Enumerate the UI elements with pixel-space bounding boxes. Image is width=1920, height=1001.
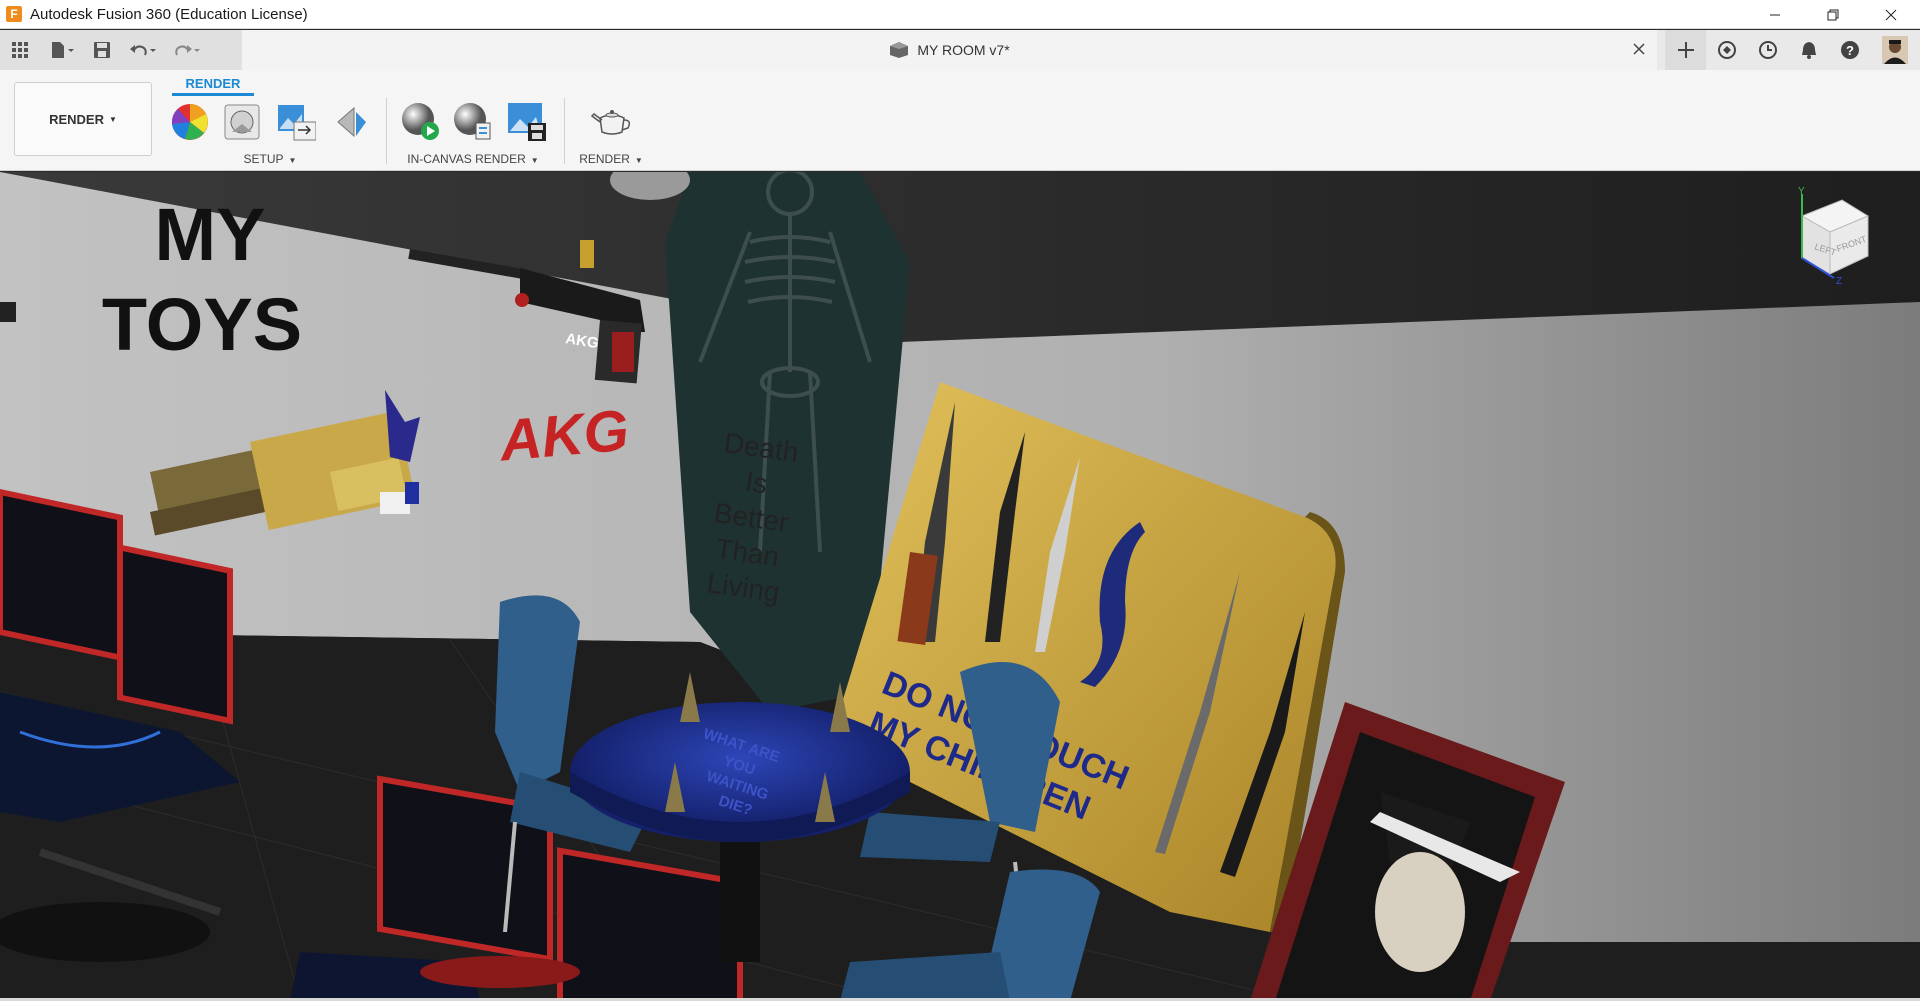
in-canvas-render-settings-button[interactable] [452, 102, 492, 142]
appearance-button[interactable] [170, 102, 210, 142]
close-icon [1633, 43, 1645, 55]
quick-access-right: ? [1665, 30, 1920, 70]
teapot-icon [590, 110, 630, 135]
quick-access-left [0, 30, 242, 70]
job-status-button[interactable] [1747, 30, 1788, 70]
extensions-button[interactable] [1706, 30, 1747, 70]
coffin-text-line-2: Is [743, 466, 769, 500]
scene-settings-icon [224, 104, 260, 140]
window-controls [1746, 0, 1920, 29]
caret-down-icon: ▼ [530, 156, 539, 165]
in-canvas-render-button[interactable] [400, 102, 440, 142]
notifications-button[interactable] [1788, 30, 1829, 70]
render-sphere-play-icon [402, 103, 439, 140]
setup-group-label[interactable]: SETUP ▼ [170, 152, 370, 166]
decal-button[interactable] [332, 102, 372, 142]
wall-sign-line-1: MY [155, 193, 266, 276]
window-title: Autodesk Fusion 360 (Education License) [30, 5, 308, 23]
grid-icon [12, 42, 28, 58]
close-icon [1885, 9, 1897, 20]
save-button[interactable] [84, 35, 120, 65]
axis-z-label: Z [1836, 276, 1842, 286]
undo-icon [130, 45, 156, 56]
capture-image-icon [508, 103, 546, 141]
undo-button[interactable] [120, 35, 164, 65]
file-menu-button[interactable] [40, 35, 84, 65]
plus-icon [1677, 42, 1694, 58]
redo-icon [175, 45, 200, 56]
file-icon [52, 42, 74, 58]
quick-access-bar: MY ROOM v7* ? [0, 30, 1920, 70]
capture-image-button[interactable] [506, 102, 546, 142]
ribbon-toolbar: RENDER ▼ RENDER SETUP ▼ IN-CANVAS RENDER ▼ [0, 70, 1920, 171]
redo-button[interactable] [164, 35, 208, 65]
bell-icon [1801, 42, 1816, 59]
wall-sign-line-2: TOYS [102, 283, 302, 366]
data-panel-button[interactable] [0, 35, 40, 65]
close-document-button[interactable] [1633, 40, 1645, 60]
in-canvas-render-label: IN-CANVAS RENDER [407, 152, 526, 166]
workspace-switcher[interactable]: RENDER ▼ [14, 82, 152, 156]
in-canvas-render-group-label[interactable]: IN-CANVAS RENDER ▼ [398, 152, 548, 166]
caret-down-icon: ▼ [288, 156, 297, 165]
caret-down-icon: ▼ [634, 156, 643, 165]
restore-icon [1827, 9, 1839, 20]
render-label: RENDER [579, 152, 630, 166]
user-profile-button[interactable] [1870, 30, 1920, 70]
setup-label: SETUP [243, 152, 284, 166]
help-icon: ? [1840, 41, 1859, 59]
new-tab-button[interactable] [1665, 30, 1706, 70]
decal-icon [337, 106, 366, 138]
extensions-icon [1717, 41, 1736, 59]
separator [564, 98, 565, 164]
workspace-label: RENDER [49, 111, 104, 127]
canvas-viewport[interactable]: MY TOYS AKG AKG Death Is Better Than Liv… [0, 172, 1920, 1001]
view-cube-icon: LEFT FRONT Y Z [1798, 186, 1870, 287]
fusion-logo-icon: F [6, 6, 22, 22]
svg-text:?: ? [1846, 43, 1854, 58]
close-window-button[interactable] [1862, 0, 1920, 29]
tab-render[interactable]: RENDER [172, 76, 254, 96]
minimize-icon [1770, 14, 1780, 15]
help-button[interactable]: ? [1829, 30, 1870, 70]
avatar [1882, 36, 1908, 64]
texture-map-controls-button[interactable] [276, 102, 316, 142]
axis-y-label: Y [1798, 186, 1805, 197]
caret-down-icon: ▼ [108, 114, 117, 124]
render-sphere-settings-icon [454, 103, 491, 140]
document-title: MY ROOM v7* [917, 42, 1010, 58]
document-tab[interactable]: MY ROOM v7* [242, 30, 1657, 70]
minimize-button[interactable] [1746, 0, 1804, 29]
wall-logo: AKG [495, 398, 631, 474]
view-cube[interactable]: LEFT FRONT Y Z [1772, 186, 1872, 287]
separator [386, 98, 387, 164]
color-wheel-icon [171, 104, 208, 140]
texture-map-icon [278, 105, 316, 141]
scene-settings-button[interactable] [222, 102, 262, 142]
mask-face [1375, 852, 1465, 972]
restore-button[interactable] [1804, 0, 1862, 29]
component-icon [890, 42, 909, 58]
render-group-label[interactable]: RENDER ▼ [570, 152, 652, 166]
render-scene: MY TOYS AKG AKG Death Is Better Than Liv… [0, 172, 1920, 1001]
title-bar: F Autodesk Fusion 360 (Education License… [0, 0, 1920, 29]
edge-object [0, 302, 16, 322]
save-icon [94, 42, 110, 58]
render-button[interactable] [590, 102, 630, 142]
clock-icon [1758, 41, 1777, 59]
